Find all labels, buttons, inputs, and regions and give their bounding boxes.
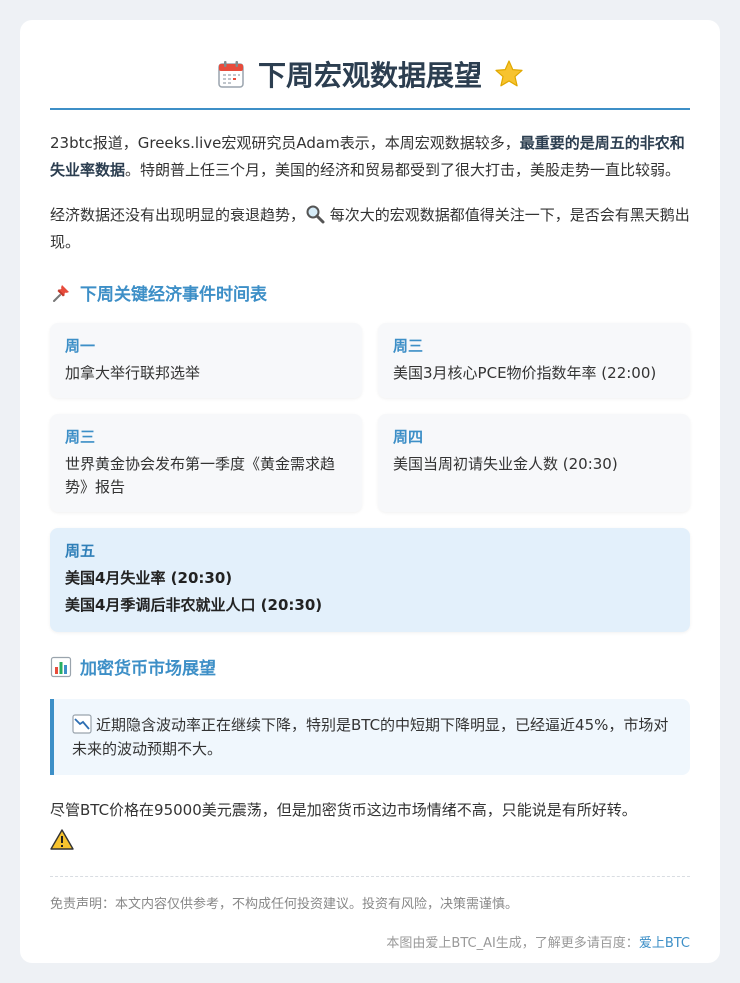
volatility-text: 近期隐含波动率正在继续下降，特别是BTC的中短期下降明显，已经逼近45%，市场对… bbox=[72, 716, 669, 758]
event-card: 周三 世界黄金协会发布第一季度《黄金需求趋势》报告 bbox=[50, 414, 362, 512]
event-text: 美国4月失业率 (20:30) bbox=[65, 569, 233, 587]
event-text: 美国当周初请失业金人数 (20:30) bbox=[393, 455, 618, 473]
closing-text: 尽管BTC价格在95000美元震荡，但是加密货币这边市场情绪不高，只能说是有所好… bbox=[50, 801, 637, 819]
crypto-heading-text: 加密货币市场展望 bbox=[80, 659, 216, 679]
outlook-text: 经济数据还没有出现明显的衰退趋势， bbox=[50, 206, 306, 224]
outlook-paragraph: 经济数据还没有出现明显的衰退趋势， 每次大的宏观数据都值得关注一下，是否会有黑天… bbox=[50, 202, 690, 256]
event-card: 周四 美国当周初请失业金人数 (20:30) bbox=[378, 414, 690, 512]
article-card: 下周宏观数据展望 23btc报道，Greeks.live宏观研究员Adam表示，… bbox=[20, 20, 720, 963]
intro-text-end: 。特朗普上任三个月，美国的经济和贸易都受到了很大打击，美股走势一直比较弱。 bbox=[125, 161, 681, 179]
event-text: 美国3月核心PCE物价指数年率 (22:00) bbox=[393, 364, 657, 382]
calendar-icon bbox=[216, 59, 246, 89]
warning-row bbox=[50, 828, 690, 852]
intro-paragraph: 23btc报道，Greeks.live宏观研究员Adam表示，本周宏观数据较多，… bbox=[50, 130, 690, 184]
disclaimer: 免责声明：本文内容仅供参考，不构成任何投资建议。投资有风险，决策需谨慎。 bbox=[50, 897, 519, 912]
event-day: 周一 bbox=[65, 337, 96, 355]
event-card: 周三 美国3月核心PCE物价指数年率 (22:00) bbox=[378, 323, 690, 398]
closing-paragraph: 尽管BTC价格在95000美元震荡，但是加密货币这边市场情绪不高，只能说是有所好… bbox=[50, 797, 690, 824]
star-icon bbox=[494, 59, 524, 89]
event-card: 周一 加拿大举行联邦选举 bbox=[50, 323, 362, 398]
event-day: 周四 bbox=[393, 428, 424, 446]
page-title: 下周宏观数据展望 bbox=[257, 59, 482, 92]
event-text: 世界黄金协会发布第一季度《黄金需求趋势》报告 bbox=[65, 455, 336, 496]
schedule-heading-text: 下周关键经济事件时间表 bbox=[80, 285, 267, 305]
bar-chart-icon bbox=[50, 656, 72, 678]
footer: 本图由爱上BTC_AI生成，了解更多请百度：爱上BTC bbox=[50, 932, 690, 951]
magnifier-icon bbox=[305, 204, 325, 224]
event-day: 周五 bbox=[65, 542, 96, 560]
intro-text: 23btc报道，Greeks.live宏观研究员Adam表示，本周宏观数据较多， bbox=[50, 134, 520, 152]
event-day: 周三 bbox=[65, 428, 96, 446]
warning-icon bbox=[50, 828, 74, 852]
chart-decreasing-icon bbox=[72, 714, 92, 734]
footer-text: 本图由爱上BTC_AI生成，了解更多请百度： bbox=[386, 936, 639, 951]
footer-link[interactable]: 爱上BTC bbox=[639, 936, 690, 951]
volatility-quote: 近期隐含波动率正在继续下降，特别是BTC的中短期下降明显，已经逼近45%，市场对… bbox=[50, 699, 690, 775]
event-card-friday: 周五 美国4月失业率 (20:30) 美国4月季调后非农就业人口 (20:30) bbox=[50, 528, 690, 632]
event-text: 美国4月季调后非农就业人口 (20:30) bbox=[65, 596, 323, 614]
event-day: 周三 bbox=[393, 337, 424, 355]
header: 下周宏观数据展望 bbox=[50, 50, 690, 110]
event-grid: 周一 加拿大举行联邦选举 周三 美国3月核心PCE物价指数年率 (22:00) … bbox=[50, 323, 690, 632]
divider bbox=[50, 876, 690, 877]
pushpin-icon bbox=[50, 282, 72, 304]
crypto-heading: 加密货币市场展望 bbox=[50, 654, 690, 679]
event-text: 加拿大举行联邦选举 bbox=[65, 364, 201, 382]
schedule-heading: 下周关键经济事件时间表 bbox=[50, 280, 690, 305]
